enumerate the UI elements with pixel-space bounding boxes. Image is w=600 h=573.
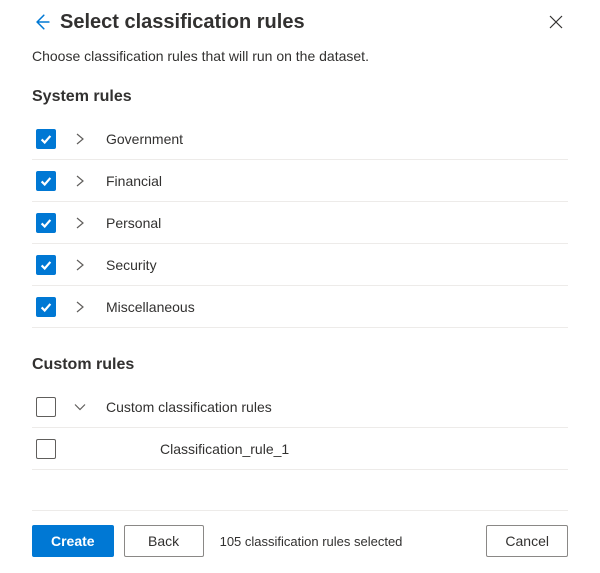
rule-row: Custom classification rules [32,386,568,428]
rule-label: Miscellaneous [106,299,195,315]
rule-row-child: Classification_rule_1 [32,428,568,470]
rule-row: Personal [32,202,568,244]
chevron-right-icon[interactable] [74,133,88,145]
rule-label: Classification_rule_1 [160,441,289,457]
chevron-down-icon[interactable] [74,401,88,413]
checkbox-personal[interactable] [36,213,56,233]
create-button[interactable]: Create [32,525,114,557]
chevron-right-icon[interactable] [74,175,88,187]
rule-row: Financial [32,160,568,202]
footer: Create Back 105 classification rules sel… [32,510,568,573]
chevron-right-icon[interactable] [74,259,88,271]
rule-row: Security [32,244,568,286]
chevron-right-icon[interactable] [74,217,88,229]
rule-row: Government [32,118,568,160]
panel-title: Select classification rules [60,11,534,34]
panel-header: Select classification rules [32,10,568,34]
close-icon[interactable] [544,10,568,34]
chevron-right-icon[interactable] [74,301,88,313]
back-button[interactable]: Back [124,525,204,557]
rule-row: Miscellaneous [32,286,568,328]
checkbox-classification-rule-1[interactable] [36,439,56,459]
checkbox-miscellaneous[interactable] [36,297,56,317]
custom-rules-heading: Custom rules [32,356,568,374]
rule-label: Government [106,131,183,147]
checkbox-government[interactable] [36,129,56,149]
checkbox-financial[interactable] [36,171,56,191]
system-rules-heading: System rules [32,88,568,106]
rule-label: Security [106,257,157,273]
back-arrow-icon[interactable] [32,13,50,31]
cancel-button[interactable]: Cancel [486,525,568,557]
panel-description: Choose classification rules that will ru… [32,48,568,64]
selection-status: 105 classification rules selected [214,534,477,549]
checkbox-custom-group[interactable] [36,397,56,417]
rule-label: Custom classification rules [106,399,272,415]
checkbox-security[interactable] [36,255,56,275]
rule-label: Personal [106,215,161,231]
rule-label: Financial [106,173,162,189]
